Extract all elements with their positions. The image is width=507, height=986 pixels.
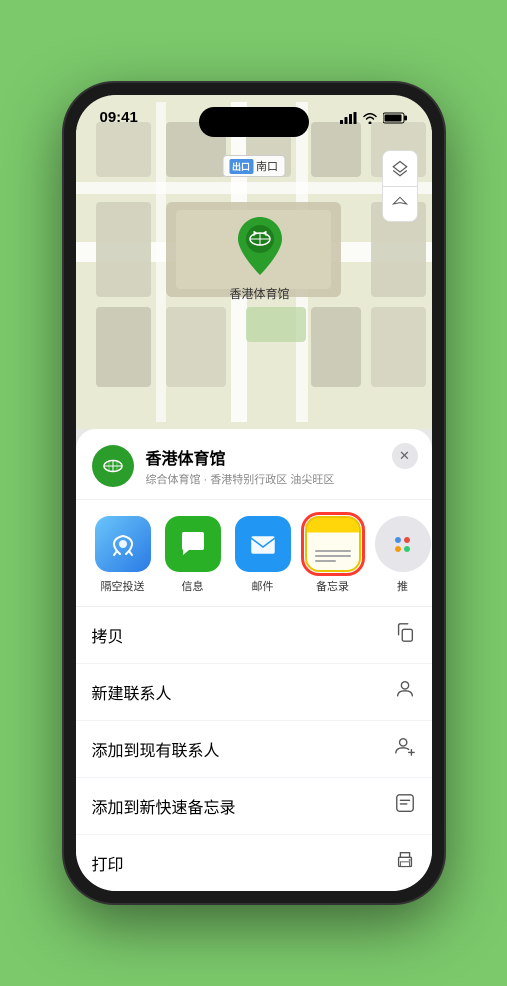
venue-name: 香港体育馆: [146, 445, 416, 469]
my-location-button[interactable]: [382, 186, 418, 222]
action-quick-note[interactable]: 添加到新快速备忘录: [76, 778, 432, 835]
new-contact-icon: [394, 678, 416, 706]
location-marker: 香港体育馆: [229, 215, 289, 302]
airdrop-svg: [108, 529, 138, 559]
marker-pin-svg: [233, 215, 285, 277]
action-add-contact[interactable]: 添加到现有联系人: [76, 721, 432, 778]
messages-label: 信息: [182, 578, 204, 594]
note-line-3: [315, 560, 337, 562]
note-line-1: [315, 550, 351, 552]
notes-label: 备忘录: [316, 578, 349, 594]
action-list: 拷贝 新建联系人: [76, 607, 432, 891]
map-label-badge: 出口: [229, 159, 253, 174]
venue-header: 香港体育馆 综合体育馆 · 香港特别行政区 油尖旺区 ✕: [76, 429, 432, 500]
share-airdrop[interactable]: 隔空投送: [88, 516, 158, 594]
print-icon: [394, 849, 416, 877]
stadium-icon: [101, 454, 125, 478]
copy-label: 拷贝: [92, 623, 124, 647]
map-label-nankow: 出口 南口: [222, 155, 285, 177]
share-notes[interactable]: 备忘录: [298, 516, 368, 594]
airdrop-label: 隔空投送: [101, 578, 145, 594]
add-contact-icon: [394, 735, 416, 763]
mail-icon: [235, 516, 291, 572]
map-area: 出口 南口: [76, 95, 432, 429]
dot-green: [404, 546, 410, 552]
share-mail[interactable]: 邮件: [228, 516, 298, 594]
venue-description: 综合体育馆 · 香港特别行政区 油尖旺区: [146, 471, 416, 487]
note-line-2: [315, 555, 351, 557]
close-button[interactable]: ✕: [392, 443, 418, 469]
map-layers-button[interactable]: [382, 150, 418, 186]
dot-orange: [395, 546, 401, 552]
mail-svg: [247, 528, 279, 560]
quick-note-icon: [394, 792, 416, 820]
dynamic-island: [199, 107, 309, 137]
copy-icon: [394, 621, 416, 649]
marker-label: 香港体育馆: [229, 285, 289, 302]
notes-lines: [315, 550, 351, 562]
airdrop-icon: [95, 516, 151, 572]
action-new-contact[interactable]: 新建联系人: [76, 664, 432, 721]
layers-icon: [391, 160, 409, 178]
dot-red: [404, 537, 410, 543]
status-time: 09:41: [100, 109, 138, 126]
battery-icon: [383, 112, 408, 124]
venue-info: 香港体育馆 综合体育馆 · 香港特别行政区 油尖旺区: [146, 445, 416, 487]
venue-icon: [92, 445, 134, 487]
share-messages[interactable]: 信息: [158, 516, 228, 594]
quick-note-label: 添加到新快速备忘录: [92, 794, 236, 818]
messages-svg: [177, 528, 209, 560]
new-contact-label: 新建联系人: [92, 680, 172, 704]
share-row: 隔空投送 信息: [76, 500, 432, 607]
map-controls: [382, 150, 418, 222]
signal-icon: [340, 112, 357, 124]
share-more[interactable]: 推: [368, 516, 432, 594]
action-print[interactable]: 打印: [76, 835, 432, 891]
phone-screen: 09:41: [76, 95, 432, 891]
bottom-sheet: 香港体育馆 综合体育馆 · 香港特别行政区 油尖旺区 ✕: [76, 429, 432, 891]
add-contact-label: 添加到现有联系人: [92, 737, 220, 761]
notes-icon: [305, 516, 361, 572]
more-label: 推: [397, 578, 408, 594]
print-label: 打印: [92, 851, 124, 875]
phone-frame: 09:41: [64, 83, 444, 903]
dots-row-1: [395, 537, 410, 543]
action-copy[interactable]: 拷贝: [76, 607, 432, 664]
wifi-icon: [362, 112, 378, 124]
status-icons: [340, 112, 408, 124]
mail-label: 邮件: [252, 578, 274, 594]
location-arrow-icon: [392, 196, 408, 212]
messages-icon: [165, 516, 221, 572]
dot-blue-1: [395, 537, 401, 543]
more-apps-icon: [375, 516, 431, 572]
dots-row-2: [395, 546, 410, 552]
map-label-text: 南口: [256, 158, 278, 174]
